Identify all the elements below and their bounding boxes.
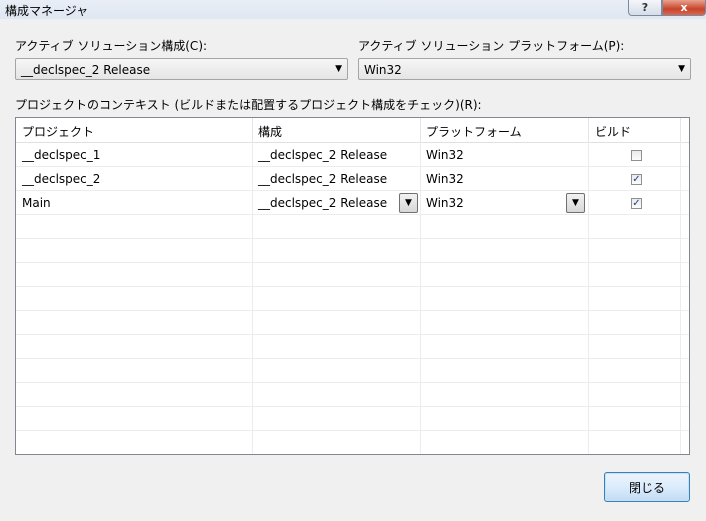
build-checkbox[interactable] bbox=[631, 150, 642, 161]
platform-cell[interactable]: Win32 bbox=[426, 196, 464, 210]
build-checkbox[interactable]: ✓ bbox=[631, 174, 642, 185]
grid-line bbox=[16, 286, 689, 287]
active-platform-value: Win32 bbox=[364, 63, 402, 77]
config-cell[interactable]: __declspec_2 Release bbox=[258, 172, 387, 186]
column-divider[interactable] bbox=[252, 118, 253, 142]
close-icon: x bbox=[680, 1, 688, 14]
grid-line bbox=[16, 334, 689, 335]
active-config-value: __declspec_2 Release bbox=[21, 63, 151, 77]
column-divider[interactable] bbox=[680, 118, 681, 142]
grid-line bbox=[252, 142, 253, 454]
project-context-label: プロジェクトのコンテキスト (ビルドまたは配置するプロジェクト構成をチェック)(… bbox=[15, 98, 482, 112]
grid-line bbox=[16, 166, 689, 167]
grid-line bbox=[16, 406, 689, 407]
column-divider[interactable] bbox=[420, 118, 421, 142]
grid-header: プロジェクト 構成 プラットフォーム ビルド bbox=[16, 118, 689, 143]
active-platform-label: アクティブ ソリューション プラットフォーム(P): bbox=[358, 39, 625, 53]
checkmark-icon: ✓ bbox=[632, 174, 641, 185]
build-checkbox[interactable]: ✓ bbox=[631, 198, 642, 209]
column-divider[interactable] bbox=[588, 118, 589, 142]
title-bar: 構成マネージャ ? x bbox=[0, 0, 706, 19]
platform-cell[interactable]: Win32 bbox=[426, 172, 464, 186]
close-button[interactable]: 閉じる bbox=[604, 472, 690, 502]
grid-line bbox=[16, 262, 689, 263]
grid-line bbox=[16, 190, 689, 191]
project-name-cell[interactable]: Main bbox=[22, 196, 51, 210]
grid-line bbox=[420, 142, 421, 454]
grid-line bbox=[16, 214, 689, 215]
platform-cell[interactable]: Win32 bbox=[426, 148, 464, 162]
column-header-config[interactable]: 構成 bbox=[258, 123, 282, 140]
chevron-down-icon: ▼ bbox=[405, 198, 412, 208]
grid-line bbox=[680, 142, 681, 454]
active-platform-combo[interactable]: Win32 ▼ bbox=[358, 58, 691, 80]
help-icon: ? bbox=[641, 1, 649, 14]
chevron-down-icon: ▼ bbox=[678, 64, 685, 74]
checkmark-icon: ✓ bbox=[632, 198, 641, 209]
project-name-cell[interactable]: __declspec_1 bbox=[22, 148, 100, 162]
config-dropdown-button[interactable]: ▼ bbox=[399, 193, 418, 213]
grid-line bbox=[16, 430, 689, 431]
active-config-combo[interactable]: __declspec_2 Release ▼ bbox=[15, 58, 348, 80]
grid-line bbox=[16, 310, 689, 311]
column-header-build[interactable]: ビルド bbox=[595, 123, 631, 140]
chevron-down-icon: ▼ bbox=[572, 198, 579, 208]
help-button[interactable]: ? bbox=[628, 0, 662, 16]
column-header-platform[interactable]: プラットフォーム bbox=[426, 123, 522, 140]
grid-line bbox=[16, 382, 689, 383]
window-title: 構成マネージャ bbox=[5, 4, 89, 18]
grid-line bbox=[588, 142, 589, 454]
grid-line bbox=[16, 358, 689, 359]
window-close-button[interactable]: x bbox=[662, 0, 706, 16]
platform-dropdown-button[interactable]: ▼ bbox=[566, 193, 585, 213]
grid-line bbox=[16, 238, 689, 239]
project-name-cell[interactable]: __declspec_2 bbox=[22, 172, 100, 186]
config-cell[interactable]: __declspec_2 Release bbox=[258, 196, 387, 210]
close-button-label: 閉じる bbox=[628, 480, 665, 495]
config-cell[interactable]: __declspec_2 Release bbox=[258, 148, 387, 162]
chevron-down-icon: ▼ bbox=[335, 64, 342, 74]
project-context-grid: プロジェクト 構成 プラットフォーム ビルド __declspec_1 __de… bbox=[15, 117, 690, 455]
column-header-project[interactable]: プロジェクト bbox=[22, 123, 94, 140]
active-config-label: アクティブ ソリューション構成(C): bbox=[15, 39, 208, 53]
